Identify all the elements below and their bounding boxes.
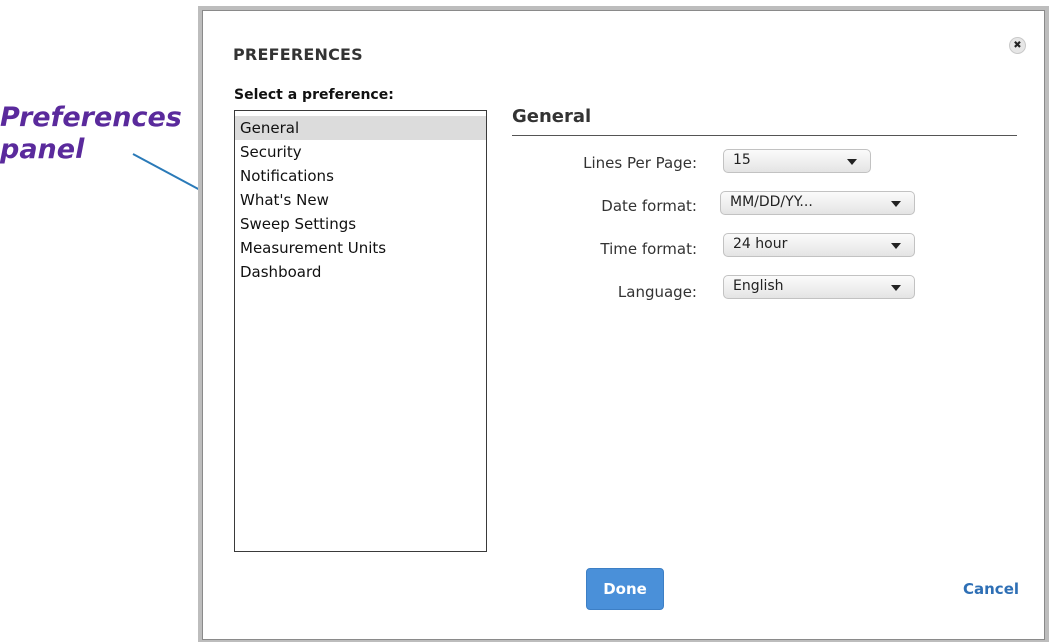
language-label: Language: bbox=[617, 283, 697, 301]
date-format-label: Date format: bbox=[601, 197, 697, 215]
select-preference-label: Select a preference: bbox=[234, 87, 394, 103]
time-format-label: Time format: bbox=[600, 240, 697, 258]
preference-list[interactable]: General Security Notifications What's Ne… bbox=[234, 110, 487, 552]
section-title: General bbox=[512, 106, 592, 127]
time-format-value: 24 hour bbox=[733, 236, 788, 252]
lines-per-page-value: 15 bbox=[733, 152, 751, 168]
chevron-down-icon bbox=[891, 285, 901, 291]
language-value: English bbox=[733, 278, 784, 294]
preference-item-whats-new[interactable]: What's New bbox=[235, 188, 486, 212]
cancel-button[interactable]: Cancel bbox=[963, 580, 1019, 598]
section-divider bbox=[512, 135, 1017, 136]
chevron-down-icon bbox=[847, 159, 857, 165]
chevron-down-icon bbox=[891, 243, 901, 249]
close-button[interactable]: ✖ bbox=[1009, 37, 1026, 54]
preference-item-sweep-settings[interactable]: Sweep Settings bbox=[235, 212, 486, 236]
dialog-title: PREFERENCES bbox=[233, 45, 363, 64]
preference-item-general[interactable]: General bbox=[235, 116, 486, 140]
lines-per-page-label: Lines Per Page: bbox=[583, 154, 697, 172]
lines-per-page-select[interactable]: 15 bbox=[723, 149, 871, 173]
preference-item-security[interactable]: Security bbox=[235, 140, 486, 164]
preference-item-notifications[interactable]: Notifications bbox=[235, 164, 486, 188]
preference-item-measurement-units[interactable]: Measurement Units bbox=[235, 236, 486, 260]
time-format-select[interactable]: 24 hour bbox=[723, 233, 915, 257]
date-format-select[interactable]: MM/DD/YY... bbox=[720, 191, 915, 215]
preference-item-dashboard[interactable]: Dashboard bbox=[235, 260, 486, 284]
close-icon: ✖ bbox=[1013, 40, 1022, 51]
chevron-down-icon bbox=[891, 201, 901, 207]
date-format-value: MM/DD/YY... bbox=[730, 194, 813, 210]
language-select[interactable]: English bbox=[723, 275, 915, 299]
preferences-dialog: PREFERENCES ✖ Select a preference: Gener… bbox=[202, 10, 1045, 640]
done-button[interactable]: Done bbox=[586, 568, 664, 610]
